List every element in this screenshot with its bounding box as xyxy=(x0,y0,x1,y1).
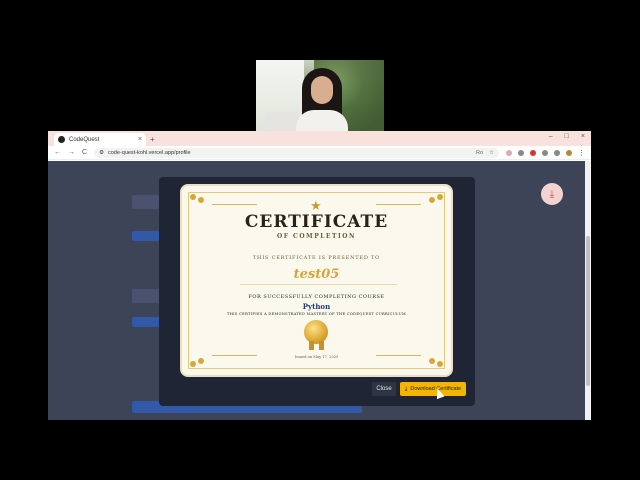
tab-title: CodeQuest xyxy=(69,136,100,143)
medal-ribbon xyxy=(319,341,324,350)
close-window-button[interactable]: × xyxy=(581,133,585,140)
favicon-icon xyxy=(58,136,65,143)
certificate-description: THIS CERTIFIES A DEMONSTRATED MASTERY OF… xyxy=(227,312,406,316)
window-controls: – □ × xyxy=(549,133,585,140)
background-button xyxy=(132,317,160,327)
background-button xyxy=(132,231,160,241)
reload-button[interactable]: C xyxy=(82,149,87,156)
scrollbar-thumb[interactable] xyxy=(586,236,590,386)
certificate-title: CERTIFICATE xyxy=(244,212,389,232)
presented-text: THIS CERTIFICATE IS PRESENTED TO xyxy=(252,255,381,261)
extension-icon[interactable] xyxy=(506,149,512,156)
minimize-button[interactable]: – xyxy=(549,133,553,140)
flourish-line xyxy=(212,204,257,205)
tab-close-icon[interactable]: × xyxy=(138,136,142,143)
recipient-underline xyxy=(240,284,397,285)
certificate-subtitle: OF COMPLETION xyxy=(276,233,356,240)
download-icon: ⤓ xyxy=(549,188,555,200)
browser-window: CodeQuest × + – □ × ← → C ⚙ code-quest-k… xyxy=(48,131,591,420)
corner-ornament xyxy=(421,194,443,206)
webcam-person-body xyxy=(296,110,348,132)
tab-codequest[interactable]: CodeQuest × xyxy=(54,133,146,146)
gold-medal-icon xyxy=(304,320,328,344)
puzzle-icon[interactable] xyxy=(554,149,560,156)
profile-page-backdrop: ⤓ ★ CERTIFICATE OF COMPLETION THIS CERTI… xyxy=(48,161,585,420)
webcam-overlay xyxy=(256,60,384,132)
page-scrollbar[interactable] xyxy=(585,161,591,420)
extensions-area: ⋮ xyxy=(506,149,585,157)
extension-icon[interactable] xyxy=(542,149,548,156)
corner-ornament xyxy=(190,194,212,206)
certificate-modal: ★ CERTIFICATE OF COMPLETION THIS CERTIFI… xyxy=(159,177,475,406)
back-button[interactable]: ← xyxy=(54,149,61,156)
webcam-person-face xyxy=(311,76,333,104)
site-info-icon[interactable]: ⚙ xyxy=(99,150,104,156)
flourish-line xyxy=(376,204,421,205)
webcam-chair xyxy=(266,112,300,132)
download-fab[interactable]: ⤓ xyxy=(541,183,563,205)
new-tab-button[interactable]: + xyxy=(150,135,155,144)
extension-icon[interactable] xyxy=(518,149,524,156)
background-block xyxy=(132,195,162,209)
background-block xyxy=(132,289,162,303)
certificate-card: ★ CERTIFICATE OF COMPLETION THIS CERTIFI… xyxy=(180,184,453,377)
omnibox-actions: Ro ☆ xyxy=(476,150,494,156)
tab-bar: CodeQuest × + – □ × xyxy=(48,131,591,146)
address-bar[interactable]: ⚙ code-quest-kohl.vercel.app/profile Ro … xyxy=(94,147,499,158)
more-menu-icon[interactable]: ⋮ xyxy=(578,149,585,157)
translate-icon[interactable]: Ro xyxy=(476,150,483,156)
browser-toolbar: ← → C ⚙ code-quest-kohl.vercel.app/profi… xyxy=(48,146,591,160)
profile-avatar[interactable] xyxy=(566,149,572,156)
completing-text: FOR SUCCESSFULLY COMPLETING COURSE xyxy=(248,294,385,300)
record-extension-icon[interactable] xyxy=(530,149,536,156)
close-button[interactable]: Close xyxy=(372,382,396,396)
course-name: Python xyxy=(302,302,331,311)
recipient-name: test05 xyxy=(293,267,340,282)
url-text: code-quest-kohl.vercel.app/profile xyxy=(108,149,191,156)
maximize-button[interactable]: □ xyxy=(565,133,569,140)
issued-date: Issued on May 17, 2025 xyxy=(294,355,339,359)
forward-button[interactable]: → xyxy=(68,149,75,156)
medal-ribbon xyxy=(309,341,314,350)
bookmark-star-icon[interactable]: ☆ xyxy=(489,150,494,156)
download-icon: ⤓ xyxy=(404,385,408,392)
